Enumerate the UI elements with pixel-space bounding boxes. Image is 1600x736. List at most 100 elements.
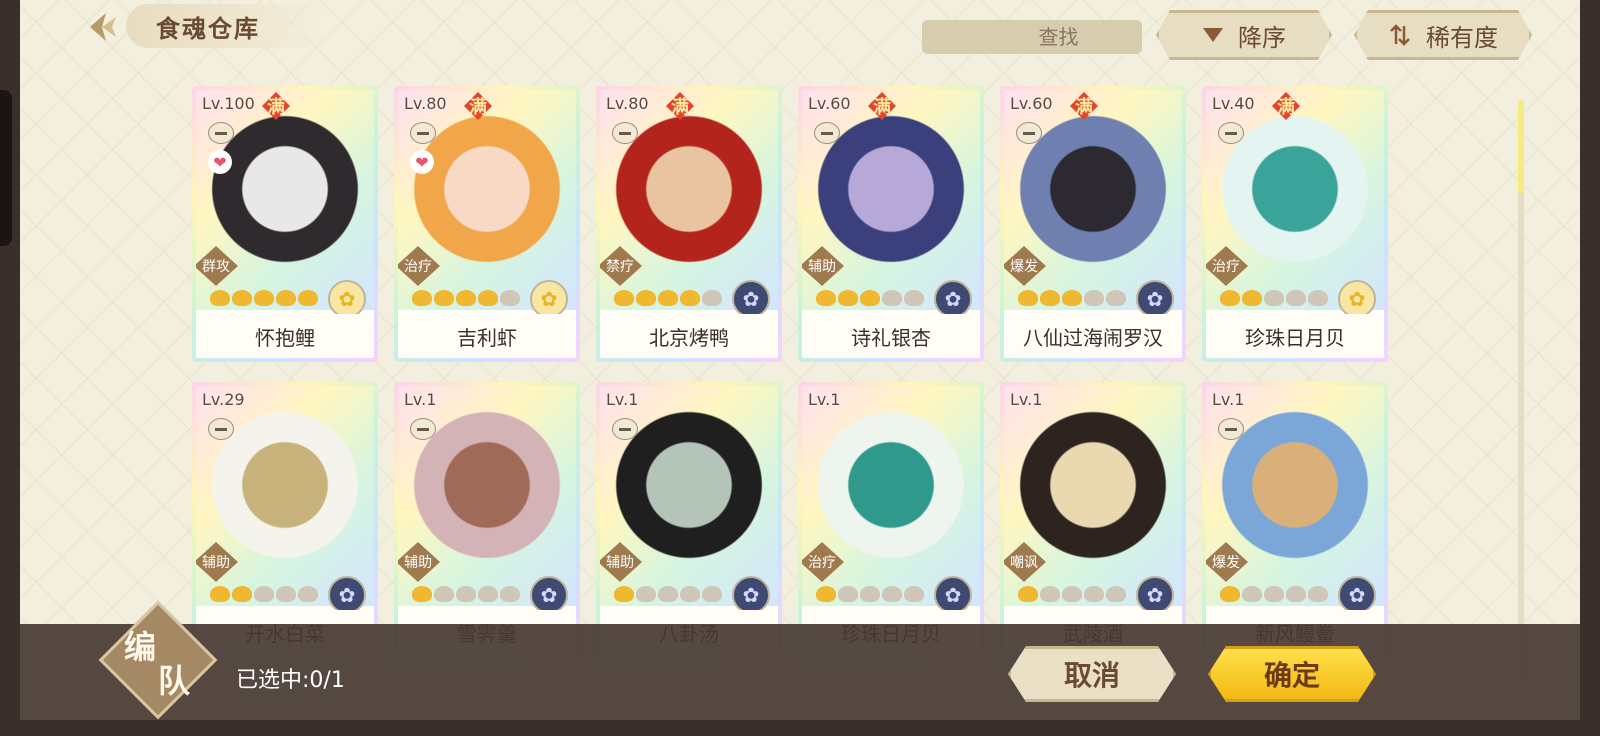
confirm-button[interactable]: 确定 <box>1208 646 1376 702</box>
sort-descending-button[interactable]: 降序 <box>1156 10 1332 60</box>
card-name: 八仙过海闹罗汉 <box>1004 314 1182 358</box>
food-soul-card[interactable]: Lv.60 满爆发 ✿ 八仙过海闹罗汉 <box>1000 86 1186 362</box>
food-soul-card[interactable]: Lv.1治疗✿珍珠日月贝 <box>798 382 984 658</box>
element-flower-icon: ✿ <box>530 280 568 318</box>
food-soul-card[interactable]: Lv.1辅助✿八卦汤 <box>596 382 782 658</box>
element-flower-icon: ✿ <box>328 280 366 318</box>
scrollbar-thumb[interactable] <box>1518 100 1524 194</box>
star-rating <box>412 290 520 306</box>
card-level: Lv.29 <box>202 390 245 409</box>
card-level: Lv.1 <box>606 390 639 409</box>
selected-count: 已选中:0/1 <box>236 668 345 693</box>
flame-star-icon <box>276 586 296 602</box>
card-level: Lv.60 <box>808 94 851 113</box>
card-level: Lv.40 <box>1212 94 1255 113</box>
flame-star-icon <box>904 290 924 306</box>
lock-toggle-icon[interactable] <box>208 122 234 144</box>
lock-toggle-icon[interactable] <box>1218 418 1244 440</box>
cancel-button[interactable]: 取消 <box>1008 646 1176 702</box>
flame-star-icon <box>882 586 902 602</box>
food-soul-card[interactable]: Lv.29辅助✿开水白菜 <box>192 382 378 658</box>
heart-icon: ❤ <box>208 150 232 174</box>
flame-star-icon <box>456 290 476 306</box>
triangle-down-icon <box>1202 26 1224 44</box>
device-notch <box>0 90 12 246</box>
flame-star-icon <box>860 586 880 602</box>
flame-star-icon <box>1286 290 1306 306</box>
card-level: Lv.80 <box>606 94 649 113</box>
card-name: 吉利虾 <box>398 314 576 358</box>
card-level: Lv.100 <box>202 94 255 113</box>
lock-toggle-icon[interactable] <box>814 122 840 144</box>
flame-star-icon <box>1106 586 1126 602</box>
flame-star-icon <box>254 290 274 306</box>
flame-star-icon <box>254 586 274 602</box>
flame-star-icon <box>658 586 678 602</box>
flame-star-icon <box>1040 290 1060 306</box>
card-inner: Lv.1嘲讽✿武陵酒 <box>1004 386 1182 654</box>
card-inner: Lv.60 满爆发 ✿ 八仙过海闹罗汉 <box>1004 90 1182 358</box>
flame-star-icon <box>276 290 296 306</box>
star-rating <box>1018 290 1126 306</box>
lock-toggle-icon[interactable] <box>410 418 436 440</box>
flame-star-icon <box>1084 290 1104 306</box>
card-level: Lv.60 <box>1010 94 1053 113</box>
food-soul-card[interactable]: Lv.60 满辅助 ✿ 诗礼银杏 <box>798 86 984 362</box>
rarity-label: 稀有度 <box>1426 23 1498 52</box>
card-level: Lv.1 <box>808 390 841 409</box>
lock-toggle-icon[interactable] <box>1218 122 1244 144</box>
element-flower-icon: ✿ <box>1338 280 1376 318</box>
flame-star-icon <box>478 586 498 602</box>
flame-star-icon <box>614 290 634 306</box>
rarity-filter-button[interactable]: 稀有度 <box>1354 10 1532 60</box>
flame-star-icon <box>636 290 656 306</box>
star-rating <box>1220 586 1328 602</box>
flame-star-icon <box>658 290 678 306</box>
food-soul-card[interactable]: Lv.1辅助✿雪霁羹 <box>394 382 580 658</box>
food-soul-card[interactable]: Lv.40 满治疗 ✿ 珍珠日月贝 <box>1202 86 1388 362</box>
lock-toggle-icon[interactable] <box>612 122 638 144</box>
flame-star-icon <box>1264 586 1284 602</box>
food-soul-card[interactable]: Lv.80 满禁疗 ✿ 北京烤鸭 <box>596 86 782 362</box>
element-flower-icon: ✿ <box>1338 576 1376 614</box>
card-level: Lv.1 <box>1212 390 1245 409</box>
flame-star-icon <box>434 290 454 306</box>
flame-star-icon <box>1106 290 1126 306</box>
back-arrow-icon <box>90 13 116 41</box>
card-name: 北京烤鸭 <box>600 314 778 358</box>
card-inner: Lv.1爆发✿新风鳗鲞 <box>1206 386 1384 654</box>
food-soul-card[interactable]: Lv.1嘲讽✿武陵酒 <box>1000 382 1186 658</box>
formation-char-1: 编 <box>124 628 157 666</box>
element-flower-icon: ✿ <box>1136 576 1174 614</box>
flame-star-icon <box>904 586 924 602</box>
flame-star-icon <box>1062 586 1082 602</box>
food-soul-card[interactable]: Lv.1爆发✿新风鳗鲞 <box>1202 382 1388 658</box>
heart-icon: ❤ <box>410 150 434 174</box>
card-name: 诗礼银杏 <box>802 314 980 358</box>
lock-toggle-icon[interactable] <box>1016 122 1042 144</box>
card-inner: Lv.1辅助✿雪霁羹 <box>398 386 576 654</box>
flame-star-icon <box>1242 290 1262 306</box>
food-soul-card[interactable]: Lv.100 满 ❤ 群攻 ✿ 怀抱鲤 <box>192 86 378 362</box>
search-input[interactable] <box>932 24 1185 50</box>
flame-star-icon <box>838 586 858 602</box>
star-rating <box>816 290 924 306</box>
lock-toggle-icon[interactable] <box>208 418 234 440</box>
flame-star-icon <box>1062 290 1082 306</box>
star-rating <box>210 586 318 602</box>
flame-star-icon <box>1084 586 1104 602</box>
flame-star-icon <box>298 290 318 306</box>
flame-star-icon <box>500 586 520 602</box>
card-inner: Lv.60 满辅助 ✿ 诗礼银杏 <box>802 90 980 358</box>
flame-star-icon <box>412 290 432 306</box>
lock-toggle-icon[interactable] <box>612 418 638 440</box>
search-box[interactable]: ✕ <box>922 20 1205 54</box>
card-inner: Lv.1治疗✿珍珠日月贝 <box>802 386 980 654</box>
element-flower-icon: ✿ <box>1136 280 1174 318</box>
confirm-label: 确定 <box>1263 659 1320 692</box>
formation-badge: 编 队 <box>98 600 218 720</box>
flame-star-icon <box>1018 290 1038 306</box>
lock-toggle-icon[interactable] <box>410 122 436 144</box>
food-soul-card[interactable]: Lv.80 满 ❤ 治疗 ✿ 吉利虾 <box>394 86 580 362</box>
flame-star-icon <box>434 586 454 602</box>
